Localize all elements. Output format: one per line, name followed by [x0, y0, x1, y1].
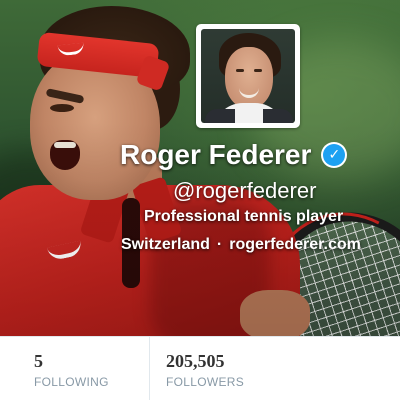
- profile-stats: 5 FOLLOWING 205,505 FOLLOWERS: [0, 336, 400, 400]
- followers-count: 205,505: [166, 351, 225, 371]
- profile-handle[interactable]: @rogerfederer: [173, 178, 316, 204]
- followers-label: FOLLOWERS: [166, 375, 245, 389]
- meta-separator: ·: [216, 236, 223, 253]
- verified-check: ✓: [323, 144, 346, 166]
- avatar-jacket-left: [205, 109, 235, 123]
- profile-meta: Switzerland · rogerfederer.com: [121, 236, 361, 254]
- avatar-face: [225, 47, 273, 109]
- profile-website-link[interactable]: rogerfederer.com: [229, 236, 361, 254]
- followers-stat[interactable]: 205,505 FOLLOWERS: [150, 337, 400, 400]
- avatar[interactable]: [196, 24, 300, 128]
- profile-bio: Professional tennis player: [144, 208, 344, 225]
- avatar-eye-left: [236, 69, 244, 72]
- following-count: 5: [34, 351, 43, 371]
- profile-location: Switzerland: [121, 236, 210, 253]
- profile-name[interactable]: Roger Federer: [120, 139, 311, 171]
- profile-name-row: Roger Federer ✓: [120, 138, 348, 172]
- following-label: FOLLOWING: [34, 375, 109, 389]
- avatar-photo: [201, 29, 295, 123]
- eye: [50, 104, 74, 112]
- avatar-jacket-right: [263, 109, 293, 123]
- profile-card: Roger Federer ✓ @rogerfederer Profession…: [0, 0, 400, 400]
- following-stat[interactable]: 5 FOLLOWING: [0, 337, 150, 400]
- verified-badge-icon: ✓: [321, 142, 348, 168]
- avatar-eye-right: [254, 69, 262, 72]
